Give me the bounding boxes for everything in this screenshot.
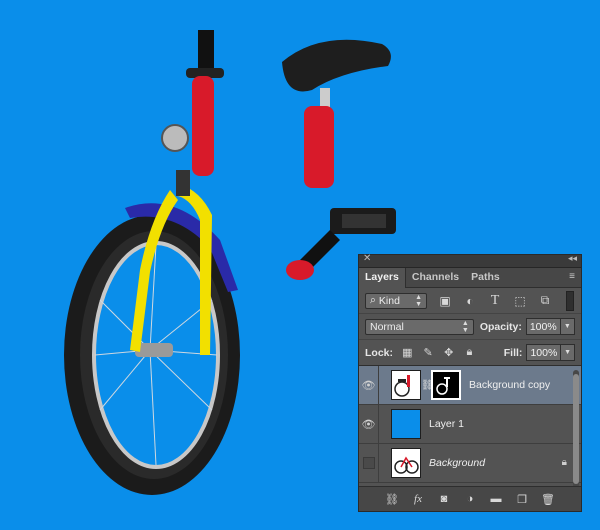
lock-transparency-icon[interactable]: ▦ <box>401 346 414 360</box>
bicycle-seat-image <box>282 39 391 188</box>
layers-scrollbar[interactable] <box>573 370 579 488</box>
type-filter-icon[interactable]: T <box>488 293 502 308</box>
panel-bottom-bar: ⛓︎ fx ◙ ◑ ▬ ❐ 🗑︎ <box>359 486 581 511</box>
add-mask-icon[interactable]: ◙ <box>437 492 451 506</box>
handlebar-stem-image <box>161 30 224 176</box>
image-filter-icon[interactable]: ▣ <box>438 294 452 308</box>
panel-tabs: Layers Channels Paths ≡ <box>359 268 581 288</box>
layer-lock-icon: 🔒︎ <box>561 457 567 468</box>
layer-name: Layer 1 <box>429 418 465 430</box>
shape-filter-icon[interactable]: ⬚ <box>513 294 527 308</box>
close-icon[interactable]: ✕ <box>363 253 371 264</box>
opacity-label: Opacity: <box>479 320 522 333</box>
collapse-icon[interactable]: ◂◂ <box>568 253 577 264</box>
lock-pixels-icon[interactable]: ✎ <box>422 346 435 360</box>
smart-object-filter-icon[interactable]: ⧉ <box>538 293 552 308</box>
fill-label: Fill: <box>503 346 523 359</box>
adjustment-layer-icon[interactable]: ◑ <box>463 492 477 506</box>
opacity-input[interactable]: 100% <box>525 318 561 335</box>
visibility-eye-icon[interactable]: 👁︎ <box>359 365 379 405</box>
opacity-dropdown-icon[interactable]: ▼ <box>560 318 575 335</box>
tab-layers[interactable]: Layers <box>359 268 406 288</box>
fill-dropdown-icon[interactable]: ▼ <box>561 344 575 361</box>
filter-row: ⌕ Kind ▲ ▼ ▣ ◐ T ⬚ ⧉ <box>359 288 581 314</box>
blend-row: Normal ▲ ▼ Opacity: 100% ▼ <box>359 314 581 340</box>
fx-icon[interactable]: fx <box>411 492 425 506</box>
layer-row-background[interactable]: Background 🔒︎ <box>359 443 581 483</box>
lock-all-icon[interactable]: 🔒︎ <box>463 346 476 360</box>
layer-thumbnail <box>391 409 421 439</box>
chevron-updown-icon: ▲ ▼ <box>461 319 469 334</box>
fill-input[interactable]: 100% <box>526 344 562 361</box>
layer-name: Background <box>429 457 486 469</box>
layers-panel: ✕ ◂◂ Layers Channels Paths ≡ ⌕ Kind ▲ ▼ ▣… <box>358 253 582 512</box>
search-icon: ⌕ <box>370 294 376 306</box>
layer-row-layer-1[interactable]: 👁︎ Layer 1 <box>359 404 581 444</box>
lock-position-icon[interactable]: ✥ <box>442 346 455 360</box>
layer-thumbnail <box>391 448 421 478</box>
filter-toggle-switch[interactable] <box>566 290 574 311</box>
tab-channels[interactable]: Channels <box>406 268 465 287</box>
chevron-updown-icon: ▲ ▼ <box>415 293 422 308</box>
layer-name: Background copy <box>469 379 551 391</box>
blend-mode-value: Normal <box>370 320 404 333</box>
blend-mode-select[interactable]: Normal ▲ ▼ <box>365 318 474 335</box>
mask-link-icon[interactable]: ⛓︎ <box>421 380 434 391</box>
delete-layer-icon[interactable]: 🗑︎ <box>541 492 555 506</box>
adjustment-filter-icon[interactable]: ◐ <box>463 294 477 308</box>
link-layers-icon[interactable]: ⛓︎ <box>385 492 399 506</box>
visibility-toggle-off[interactable] <box>359 443 379 483</box>
scrollbar-thumb[interactable] <box>573 374 579 484</box>
layer-row-background-copy[interactable]: 👁︎ ⛓︎ Background copy <box>359 365 581 405</box>
new-group-icon[interactable]: ▬ <box>489 492 503 506</box>
layer-thumbnail <box>391 370 421 400</box>
filter-kind-select[interactable]: ⌕ Kind ▲ ▼ <box>365 292 427 309</box>
filter-kind-label: Kind <box>378 294 400 307</box>
panel-menu-icon[interactable]: ≡ <box>569 271 575 282</box>
new-layer-icon[interactable]: ❐ <box>515 492 529 506</box>
visibility-eye-icon[interactable]: 👁︎ <box>359 404 379 444</box>
lock-label: Lock: <box>365 346 394 359</box>
lock-row: Lock: ▦ ✎ ✥ 🔒︎ Fill: 100% ▼ <box>359 340 581 366</box>
tab-paths[interactable]: Paths <box>465 268 506 287</box>
bicycle-wheel-image <box>64 170 240 495</box>
layer-mask-thumbnail[interactable] <box>431 370 461 400</box>
panel-titlebar: ✕ ◂◂ <box>359 253 581 268</box>
